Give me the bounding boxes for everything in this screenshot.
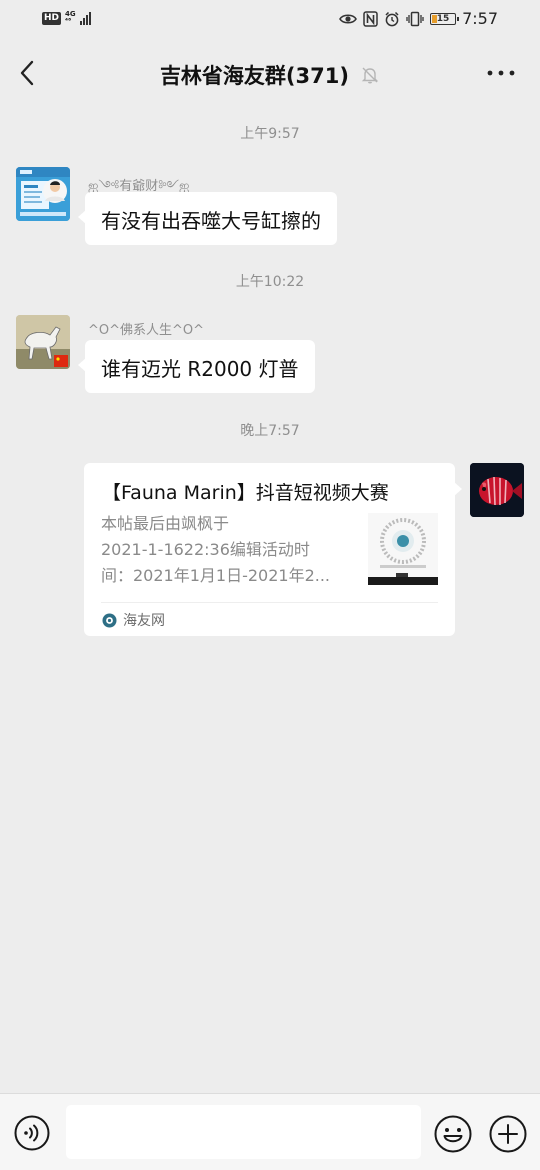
card-description: 本帖最后由飒枫于 2021-1-1622:36编辑活动时 间：2021年1月1日… [101,511,356,589]
status-bar: HD 4G ⁴⁶ 15 7:57 [0,0,540,40]
battery-icon: 15 [430,12,460,25]
message-text: 有没有出吞噬大号缸擦的 [101,209,321,233]
hd-badge: HD [42,11,62,25]
status-right: 15 7:57 [339,9,498,28]
nfc-icon [363,10,378,27]
card-source-label: 海友网 [123,613,165,629]
message-input[interactable] [66,1105,421,1159]
card-description-line: 间：2021年1月1日-2021年2... [101,566,331,585]
header-title-group: 吉林省海友群(371) [0,60,540,90]
message-text: 谁有迈光 R2000 灯普 [101,357,299,381]
eye-icon [339,13,357,24]
card-source: 海友网 [102,610,165,630]
status-time: 7:57 [462,9,498,28]
plus-icon[interactable] [489,1115,527,1153]
fish-avatar-icon [470,463,524,517]
message-bubble[interactable]: 有没有出吞噬大号缸擦的 [78,192,337,245]
vibrate-icon [406,11,424,26]
sender-name: ^O^佛系人生^O^ [88,323,205,338]
alarm-icon [385,11,399,26]
avatar[interactable] [16,315,70,369]
emoji-icon[interactable] [434,1115,472,1153]
page-title: 吉林省海友群(371) [159,64,349,88]
card-description-line: 2021-1-1622:36编辑活动时 [101,540,310,559]
message-timestamp: 上午9:57 [240,126,300,142]
qr-logo-thumbnail-icon [368,513,438,585]
network-arrows: ⁴⁶ [65,17,72,25]
card-divider [101,602,438,603]
chat-header: 吉林省海友群(371) [0,46,540,102]
card-title: 【Fauna Marin】抖音短视频大赛 [102,482,389,504]
horse-avatar-icon [16,315,70,369]
id-card-avatar-icon [16,167,70,221]
voice-input-icon[interactable] [14,1115,50,1151]
muted-bell-icon [361,67,379,84]
battery-percent: 15 [436,13,450,24]
message-timestamp: 晚上7:57 [240,423,300,439]
message-bubble[interactable]: 谁有迈光 R2000 灯普 [78,340,315,393]
network-type: 4G ⁴⁶ [65,11,76,25]
link-card[interactable]: 【Fauna Marin】抖音短视频大赛 本帖最后由飒枫于 2021-1-162… [84,463,462,636]
my-avatar[interactable] [470,463,524,517]
avatar[interactable] [16,167,70,221]
chat-screen: HD 4G ⁴⁶ 15 7:57 吉林省海友群(371) 上午9:57 ஐ༺有爺… [0,0,540,1170]
card-thumbnail [368,513,438,585]
input-bar [0,1093,540,1170]
card-description-line: 本帖最后由飒枫于 [101,514,230,533]
more-options-icon[interactable] [484,60,518,86]
source-logo-icon [102,613,117,627]
signal-icon [79,11,91,25]
status-left: HD 4G ⁴⁶ [42,11,91,25]
message-timestamp: 上午10:22 [235,274,305,290]
